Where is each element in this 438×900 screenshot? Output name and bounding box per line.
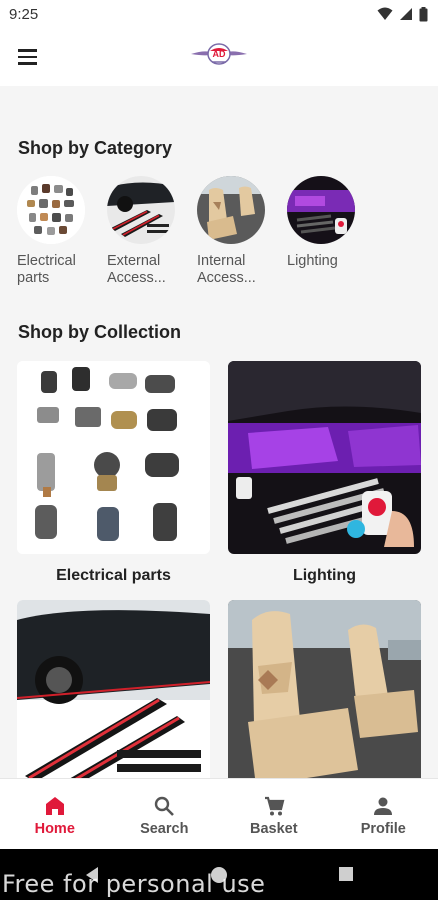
collection-label: Lighting (292, 567, 357, 584)
category-section-title: Shop by Category (18, 138, 173, 158)
category-image-lighting (287, 176, 355, 244)
category-label: Lighting (287, 253, 338, 269)
wifi-icon (377, 7, 393, 20)
collection-section-title: Shop by Collection (18, 322, 182, 342)
category-image-internal (197, 176, 265, 244)
external-accessories-image (107, 176, 175, 244)
nav-home[interactable]: Home (0, 779, 110, 849)
category-item-external-accessories[interactable]: External Access... (107, 176, 175, 287)
brand-logo[interactable]: AD (190, 41, 248, 69)
category-label: Internal Access... (197, 253, 256, 286)
home-icon (45, 797, 64, 815)
collection-image (17, 361, 210, 554)
category-item-internal-accessories[interactable]: Internal Access... (197, 176, 265, 287)
watermark-text: Free for personal use (2, 870, 266, 898)
logo-text: AD (213, 49, 226, 59)
menu-icon-line (18, 62, 37, 65)
nav-basket-label: Basket (249, 821, 298, 837)
electrical-parts-image (17, 361, 210, 554)
nav-search[interactable]: Search (110, 779, 220, 849)
nav-profile-label: Profile (360, 821, 406, 837)
collection-card-internal-accessories[interactable] (228, 600, 421, 778)
status-icons (377, 6, 428, 22)
category-item-lighting[interactable]: Lighting (287, 176, 355, 287)
internal-accessories-image (228, 600, 421, 778)
bottom-navigation: Home Search Basket Profile (0, 778, 438, 849)
nav-profile[interactable]: Profile (329, 779, 438, 849)
category-list[interactable]: Electrical parts External Access... Inte… (17, 176, 355, 287)
category-image-external (107, 176, 175, 244)
cart-icon (264, 796, 285, 816)
category-item-electrical-parts[interactable]: Electrical parts (17, 176, 85, 287)
collection-image (228, 361, 421, 554)
menu-icon-line (18, 55, 37, 59)
category-image-electrical (17, 176, 85, 244)
collection-image (17, 600, 210, 778)
battery-icon (419, 6, 428, 21)
menu-icon (18, 49, 37, 52)
collection-card-electrical-parts[interactable]: Electrical parts (17, 361, 210, 600)
person-icon (374, 797, 393, 815)
menu-button[interactable] (16, 45, 40, 69)
internal-accessories-image (197, 176, 265, 244)
search-icon (155, 796, 175, 816)
category-label: External Access... (107, 253, 166, 286)
collection-card-external-accessories[interactable] (17, 600, 210, 778)
collection-grid[interactable]: Electrical parts Lighting (17, 361, 422, 778)
electrical-parts-image (17, 176, 85, 244)
status-bar: 9:25 (0, 0, 438, 28)
app-bar: AD (0, 28, 438, 86)
nav-basket[interactable]: Basket (219, 779, 329, 849)
collection-label: Electrical parts (56, 567, 171, 584)
signal-icon (400, 8, 412, 20)
lighting-image (287, 176, 355, 244)
nav-home-label: Home (34, 821, 75, 837)
category-label: Electrical parts (17, 253, 76, 286)
collection-image (228, 600, 421, 778)
main-content[interactable]: Shop by Category Electrical parts Extern… (0, 86, 438, 778)
status-time: 9:25 (9, 5, 39, 23)
external-accessories-image (17, 600, 210, 778)
lighting-image (228, 361, 421, 554)
collection-card-lighting[interactable]: Lighting (228, 361, 421, 600)
nav-search-label: Search (140, 821, 189, 837)
recents-icon[interactable] (338, 866, 354, 882)
